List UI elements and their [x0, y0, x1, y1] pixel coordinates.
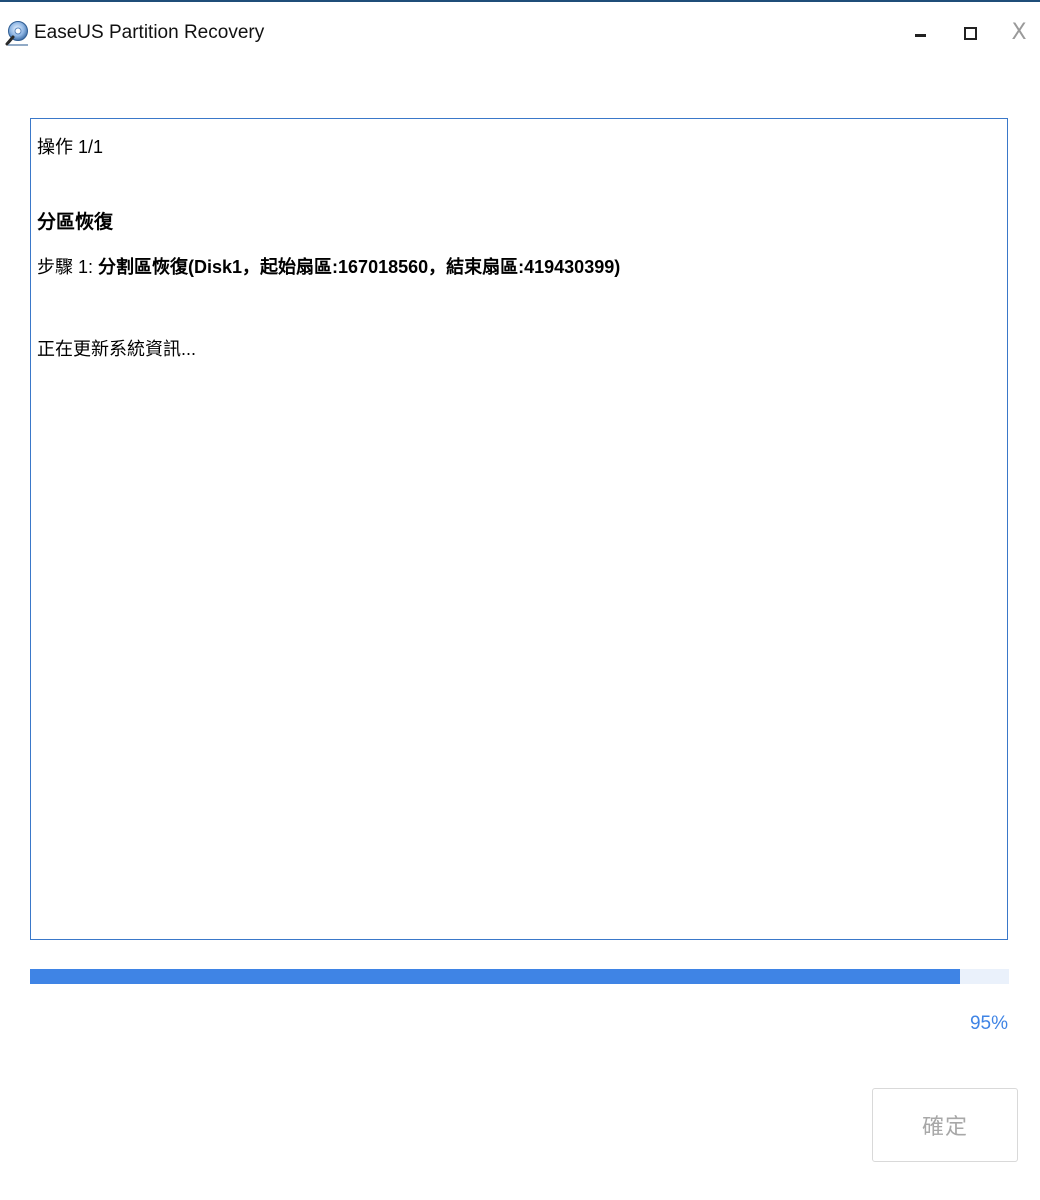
operation-title: 分區恢復 [37, 212, 114, 233]
step-detail: 分割區恢復(Disk1，起始扇區:167018560，結束扇區:41943039… [98, 257, 621, 277]
minimize-button[interactable] [900, 14, 940, 52]
progress-bar [30, 969, 1009, 984]
partition-recovery-window: EaseUS Partition Recovery X 操作 1/1 分區恢復 … [0, 0, 1040, 1200]
maximize-icon [963, 26, 977, 40]
ok-button[interactable]: 確定 [872, 1088, 1018, 1162]
app-icon [5, 21, 28, 46]
status-message: 正在更新系統資訊... [37, 339, 197, 359]
minimize-icon [914, 33, 926, 37]
close-button[interactable]: X [999, 14, 1039, 52]
step-line: 步驟 1: 分割區恢復(Disk1，起始扇區:167018560，結束扇區:41… [37, 255, 620, 279]
progress-percent: 95% [969, 1013, 1008, 1034]
step-prefix: 步驟 1: [37, 257, 99, 277]
operation-count: 操作 1/1 [37, 137, 104, 157]
window-title: EaseUS Partition Recovery [34, 22, 265, 43]
maximize-button[interactable] [950, 14, 990, 52]
progress-bar-fill [30, 969, 961, 984]
title-bar[interactable]: EaseUS Partition Recovery X [0, 2, 1040, 60]
operation-log-panel[interactable]: 操作 1/1 分區恢復 步驟 1: 分割區恢復(Disk1，起始扇區:16701… [30, 118, 1008, 940]
close-icon: X [1011, 20, 1027, 45]
